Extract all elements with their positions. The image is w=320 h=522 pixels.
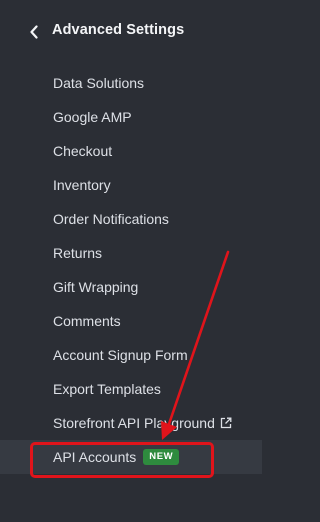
panel-header: Advanced Settings <box>0 14 262 50</box>
menu-item-label: Export Templates <box>53 381 161 397</box>
advanced-settings-panel: Advanced Settings Data Solutions Google … <box>0 0 262 522</box>
menu-item-export-templates[interactable]: Export Templates <box>0 372 262 406</box>
new-badge: NEW <box>143 449 180 465</box>
menu-item-gift-wrapping[interactable]: Gift Wrapping <box>0 270 262 304</box>
menu-item-label: Returns <box>53 245 103 261</box>
menu-item-label: Comments <box>53 313 121 329</box>
menu-item-label: Storefront API Playground <box>53 415 215 431</box>
menu-item-label: API Accounts <box>53 449 137 465</box>
menu-item-api-accounts[interactable]: API Accounts NEW <box>0 440 262 474</box>
menu-item-google-amp[interactable]: Google AMP <box>0 100 262 134</box>
menu-item-returns[interactable]: Returns <box>0 236 262 270</box>
menu-item-order-notifications[interactable]: Order Notifications <box>0 202 262 236</box>
menu-item-data-solutions[interactable]: Data Solutions <box>0 66 262 100</box>
menu-item-label: Inventory <box>53 177 111 193</box>
menu-item-label: Checkout <box>53 143 113 159</box>
menu-item-label: Account Signup Form <box>53 347 188 363</box>
menu-item-inventory[interactable]: Inventory <box>0 168 262 202</box>
menu-item-label: Google AMP <box>53 109 132 125</box>
back-button[interactable] <box>26 23 42 41</box>
menu-item-account-signup-form[interactable]: Account Signup Form <box>0 338 262 372</box>
menu-item-comments[interactable]: Comments <box>0 304 262 338</box>
menu-item-label: Data Solutions <box>53 75 145 91</box>
chevron-left-icon <box>30 25 38 39</box>
settings-menu: Data Solutions Google AMP Checkout Inven… <box>0 66 262 474</box>
menu-item-label: Gift Wrapping <box>53 279 139 295</box>
external-link-icon <box>220 417 232 429</box>
menu-item-storefront-api-playground[interactable]: Storefront API Playground <box>0 406 262 440</box>
menu-item-checkout[interactable]: Checkout <box>0 134 262 168</box>
menu-item-label: Order Notifications <box>53 211 169 227</box>
page-title: Advanced Settings <box>52 22 185 38</box>
